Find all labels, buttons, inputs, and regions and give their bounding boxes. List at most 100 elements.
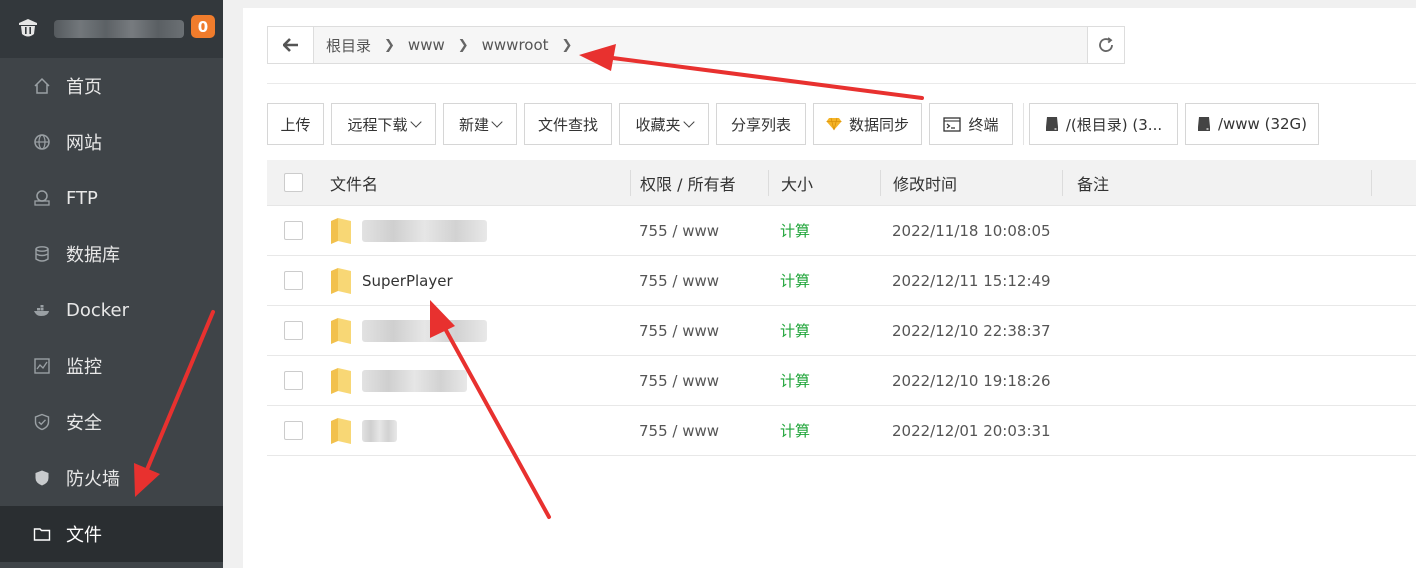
- header-permission[interactable]: 权限 / 所有者: [630, 169, 768, 196]
- toolbar-separator: [1023, 103, 1024, 145]
- remote-download-button[interactable]: 远程下载: [331, 103, 436, 145]
- globe-icon: [33, 133, 51, 151]
- disk-www-button[interactable]: /www (32G): [1185, 103, 1319, 145]
- table-header: 文件名 权限 / 所有者 大小 修改时间 备注: [267, 160, 1416, 206]
- back-button[interactable]: [268, 27, 314, 63]
- table-row[interactable]: 755 / www 计算 2022/12/10 22:38:37: [267, 306, 1416, 356]
- permission-cell[interactable]: 755 / www: [630, 372, 768, 390]
- sidebar-item-files[interactable]: 文件: [0, 506, 223, 562]
- share-list-button[interactable]: 分享列表: [716, 103, 806, 145]
- file-search-label: 文件查找: [537, 115, 598, 134]
- name-cell: [319, 217, 630, 245]
- permission-cell[interactable]: 755 / www: [630, 322, 768, 340]
- file-manager-panel: 根目录 ❯ www ❯ wwwroot ❯ 上传 远程下载 新建 文件查找 收藏…: [243, 8, 1416, 568]
- row-checkbox-cell: [267, 271, 319, 290]
- refresh-button[interactable]: [1087, 27, 1124, 63]
- disk-icon: [1197, 116, 1211, 132]
- header-name[interactable]: 文件名: [319, 171, 630, 195]
- sidebar-item-ftp[interactable]: FTP: [0, 170, 223, 226]
- favorites-button[interactable]: 收藏夹: [619, 103, 709, 145]
- row-checkbox[interactable]: [283, 421, 303, 440]
- data-sync-button[interactable]: 数据同步: [813, 103, 922, 145]
- sidebar-item-security[interactable]: 安全: [0, 394, 223, 450]
- permission-cell[interactable]: 755 / www: [630, 222, 768, 240]
- chevron-down-icon: [491, 115, 503, 128]
- disk-icon: [1045, 116, 1059, 132]
- file-name-blurred[interactable]: [362, 219, 487, 242]
- permission-cell[interactable]: 755 / www: [630, 272, 768, 290]
- row-checkbox[interactable]: [283, 321, 303, 340]
- chevron-right-icon: ❯: [457, 37, 469, 53]
- modified-time-cell: 2022/12/11 15:12:49: [892, 271, 1051, 290]
- sidebar-item-website[interactable]: 网站: [0, 114, 223, 170]
- path-bar: 根目录 ❯ www ❯ wwwroot ❯: [267, 26, 1125, 64]
- sidebar-item-database[interactable]: 数据库: [0, 226, 223, 282]
- file-name-blurred[interactable]: [362, 419, 397, 442]
- header-modified-time[interactable]: 修改时间: [880, 169, 1062, 196]
- modified-time-cell: 2022/12/01 20:03:31: [892, 421, 1051, 440]
- file-name-link[interactable]: SuperPlayer: [362, 272, 453, 290]
- file-name-blurred[interactable]: [362, 369, 467, 392]
- row-checkbox[interactable]: [283, 271, 303, 290]
- favorites-label: 收藏夹: [635, 115, 681, 134]
- sidebar-item-label: 防火墙: [66, 469, 120, 490]
- disk-root-button[interactable]: /(根目录) (3...: [1029, 103, 1178, 145]
- file-search-button[interactable]: 文件查找: [524, 103, 612, 145]
- select-all-checkbox[interactable]: [283, 173, 303, 192]
- new-button[interactable]: 新建: [443, 103, 517, 145]
- row-checkbox[interactable]: [283, 371, 303, 390]
- file-name-blurred[interactable]: [362, 319, 487, 342]
- chevron-right-icon: ❯: [384, 37, 395, 53]
- sidebar-item-firewall[interactable]: 防火墙: [0, 450, 223, 506]
- table-row[interactable]: 755 / www 计算 2022/12/10 19:18:26: [267, 356, 1416, 406]
- sidebar-item-home[interactable]: 首页: [0, 58, 223, 114]
- header-note[interactable]: 备注: [1062, 169, 1372, 196]
- firewall-shield-icon: [33, 469, 51, 487]
- header-size[interactable]: 大小: [768, 169, 880, 196]
- file-toolbar: 上传 远程下载 新建 文件查找 收藏夹 分享列表 数据同步 终端 /(根目录) …: [267, 103, 1326, 145]
- diamond-icon: [826, 117, 842, 131]
- data-sync-label: 数据同步: [848, 115, 909, 134]
- table-row[interactable]: SuperPlayer 755 / www 计算 2022/12/11 15:1…: [267, 256, 1416, 306]
- terminal-icon: [943, 116, 962, 132]
- home-icon: [33, 77, 51, 95]
- upload-button[interactable]: 上传: [267, 103, 324, 145]
- ftp-icon: [33, 189, 51, 207]
- sidebar-item-monitor[interactable]: 监控: [0, 338, 223, 394]
- size-calc-link[interactable]: 计算: [768, 420, 880, 441]
- notification-badge[interactable]: 0: [191, 15, 215, 38]
- size-calc-link[interactable]: 计算: [768, 270, 880, 291]
- breadcrumb-www[interactable]: www: [404, 36, 449, 54]
- name-cell: SuperPlayer: [319, 267, 630, 295]
- folder-icon: [331, 367, 351, 394]
- row-checkbox[interactable]: [283, 221, 303, 240]
- terminal-button[interactable]: 终端: [929, 103, 1013, 145]
- brand-name-blurred: [54, 20, 184, 38]
- database-icon: [33, 245, 51, 263]
- docker-icon: [33, 301, 51, 319]
- share-list-label: 分享列表: [730, 115, 791, 134]
- folder-icon: [331, 417, 351, 444]
- monitor-icon: [33, 357, 51, 375]
- breadcrumb-wwwroot[interactable]: wwwroot: [478, 36, 553, 54]
- file-table: 文件名 权限 / 所有者 大小 修改时间 备注 755 / www 计算 202…: [267, 160, 1416, 456]
- size-calc-link[interactable]: 计算: [768, 320, 880, 341]
- size-calc-link[interactable]: 计算: [768, 220, 880, 241]
- modified-time-cell: 2022/12/10 19:18:26: [892, 371, 1051, 390]
- sidebar-item-docker[interactable]: Docker: [0, 282, 223, 338]
- size-calc-link[interactable]: 计算: [768, 370, 880, 391]
- row-checkbox-cell: [267, 221, 319, 240]
- chevron-right-icon: ❯: [561, 37, 573, 53]
- breadcrumb-root[interactable]: 根目录: [322, 35, 375, 56]
- permission-cell[interactable]: 755 / www: [630, 422, 768, 440]
- upload-label: 上传: [280, 115, 311, 134]
- breadcrumb: 根目录 ❯ www ❯ wwwroot ❯: [314, 27, 1087, 63]
- table-row[interactable]: 755 / www 计算 2022/11/18 10:08:05: [267, 206, 1416, 256]
- folder-icon: [331, 267, 351, 294]
- header-checkbox-cell: [267, 173, 319, 192]
- disk-www-label: /www (32G): [1217, 115, 1308, 133]
- sidebar-item-label: 文件: [66, 525, 102, 546]
- table-row[interactable]: 755 / www 计算 2022/12/01 20:03:31: [267, 406, 1416, 456]
- refresh-icon: [1099, 37, 1113, 52]
- row-checkbox-cell: [267, 321, 319, 340]
